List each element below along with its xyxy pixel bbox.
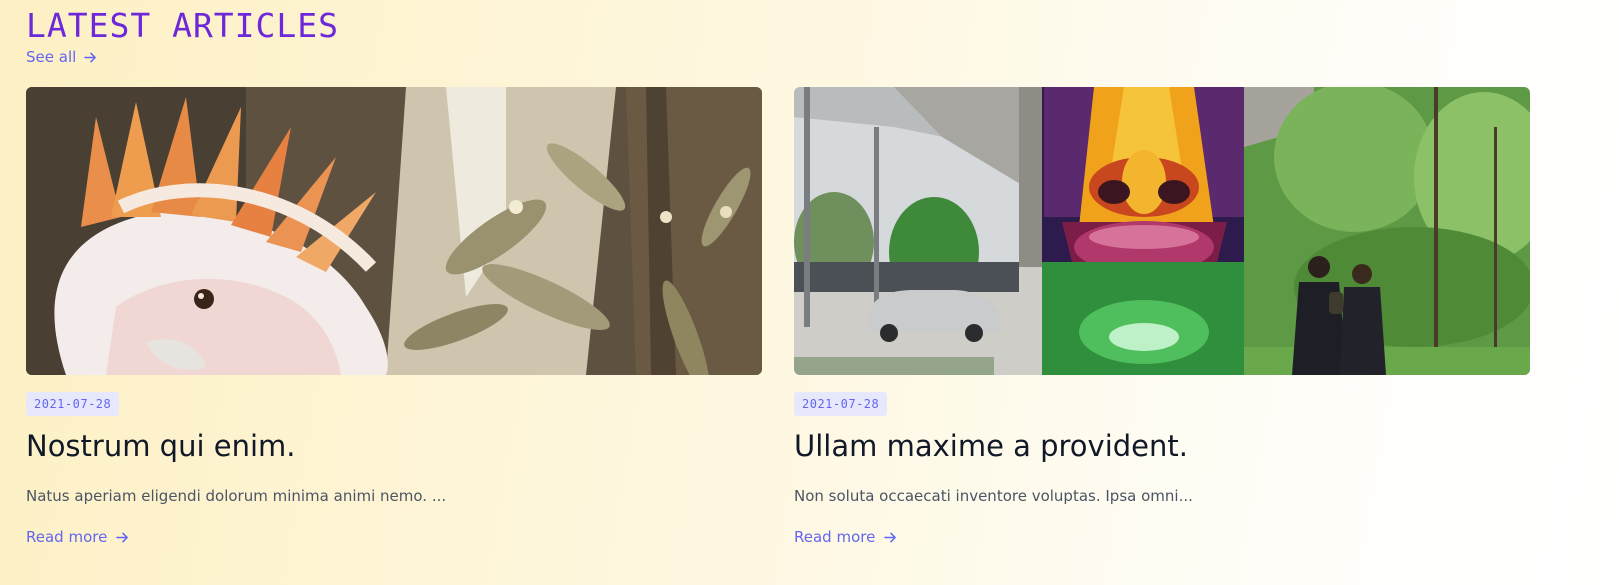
latest-articles-section: LATEST ARTICLES See all 2021-07-28 Nostr… xyxy=(26,0,1619,585)
article-image-cockatoo[interactable] xyxy=(26,87,762,375)
read-more-label: Read more xyxy=(26,528,108,546)
article-date-badge: 2021-07-28 xyxy=(26,392,120,416)
read-more-link[interactable]: Read more xyxy=(794,528,897,546)
arrow-right-icon xyxy=(884,532,897,542)
arrow-right-icon xyxy=(116,532,129,542)
read-more-label: Read more xyxy=(794,528,876,546)
article-image-street-mural[interactable] xyxy=(794,87,1530,375)
article-date-badge: 2021-07-28 xyxy=(794,392,888,416)
see-all-link[interactable]: See all xyxy=(26,48,97,66)
article-card: 2021-07-28 Ullam maxime a provident. Non… xyxy=(794,87,1530,546)
article-title[interactable]: Ullam maxime a provident. xyxy=(794,429,1188,463)
see-all-label: See all xyxy=(26,48,77,66)
section-heading: LATEST ARTICLES xyxy=(26,6,340,45)
article-excerpt: Natus aperiam eligendi dolorum minima an… xyxy=(26,487,447,505)
article-title[interactable]: Nostrum qui enim. xyxy=(26,429,296,463)
article-card: 2021-07-28 Nostrum qui enim. Natus aperi… xyxy=(26,87,762,546)
article-excerpt: Non soluta occaecati inventore voluptas.… xyxy=(794,487,1193,505)
read-more-link[interactable]: Read more xyxy=(26,528,129,546)
arrow-right-icon xyxy=(84,52,97,62)
